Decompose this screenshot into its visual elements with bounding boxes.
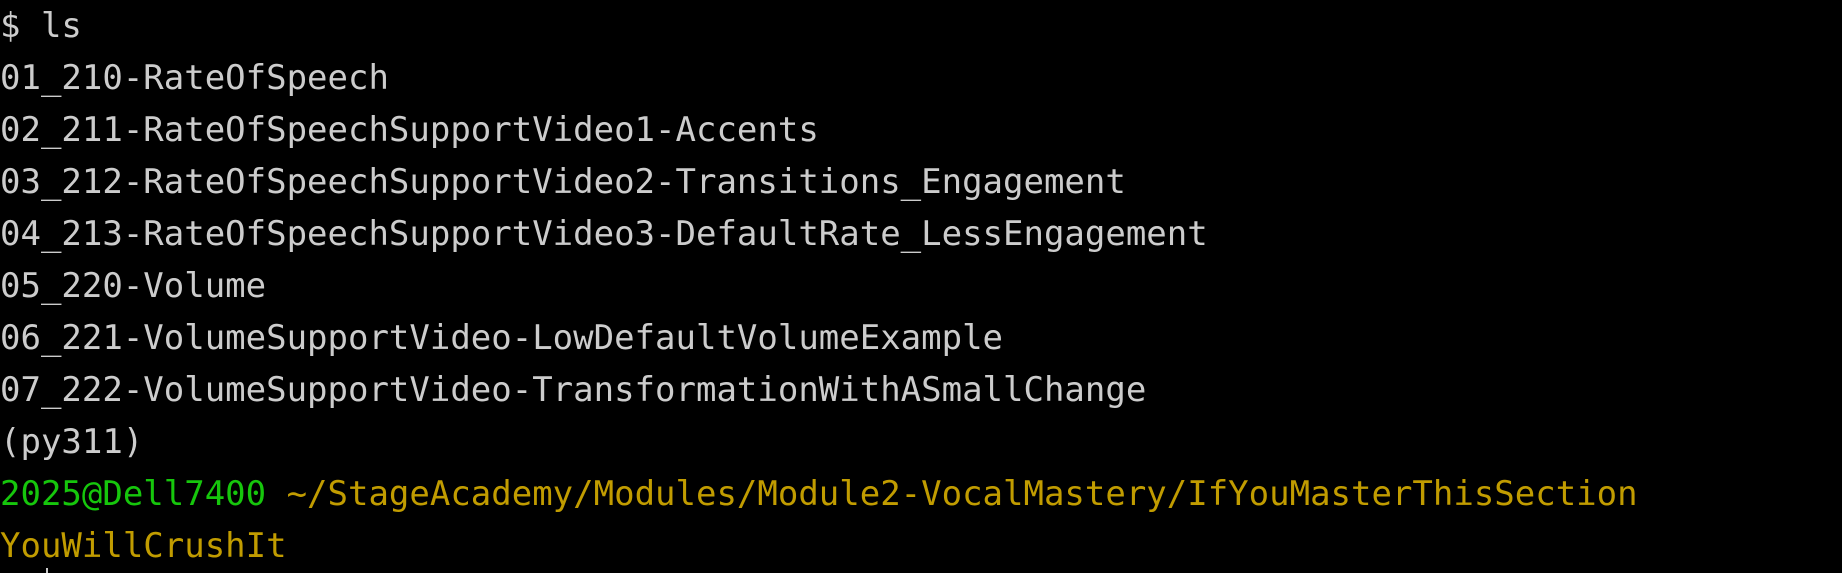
prompt-path: ~/StageAcademy/Modules/Module2-VocalMast… [266, 474, 1638, 514]
listing-item: 05_220-Volume [0, 266, 267, 306]
env-indicator: (py311) [0, 422, 144, 462]
listing-item: 03_212-RateOfSpeechSupportVideo2-Transit… [0, 162, 1126, 202]
prompt-user: 2025@Dell7400 [0, 474, 267, 514]
listing-item: 07_222-VolumeSupportVideo-Transformation… [0, 370, 1147, 410]
prompt-path-continued: YouWillCrushIt [0, 526, 287, 566]
terminal-window[interactable]: $ ls 01_210-RateOfSpeech 02_211-RateOfSp… [0, 0, 1842, 573]
listing-item: 06_221-VolumeSupportVideo-LowDefaultVolu… [0, 318, 1004, 358]
listing-item: 04_213-RateOfSpeechSupportVideo3-Default… [0, 214, 1208, 254]
listing-item: 02_211-RateOfSpeechSupportVideo1-Accents [0, 110, 819, 150]
prompt-line: 2025@Dell7400 ~/StageAcademy/Modules/Mod… [0, 468, 1842, 520]
listing-item: 01_210-RateOfSpeech [0, 58, 389, 98]
command-line: $ ls [0, 6, 82, 46]
text-cursor [46, 568, 48, 573]
